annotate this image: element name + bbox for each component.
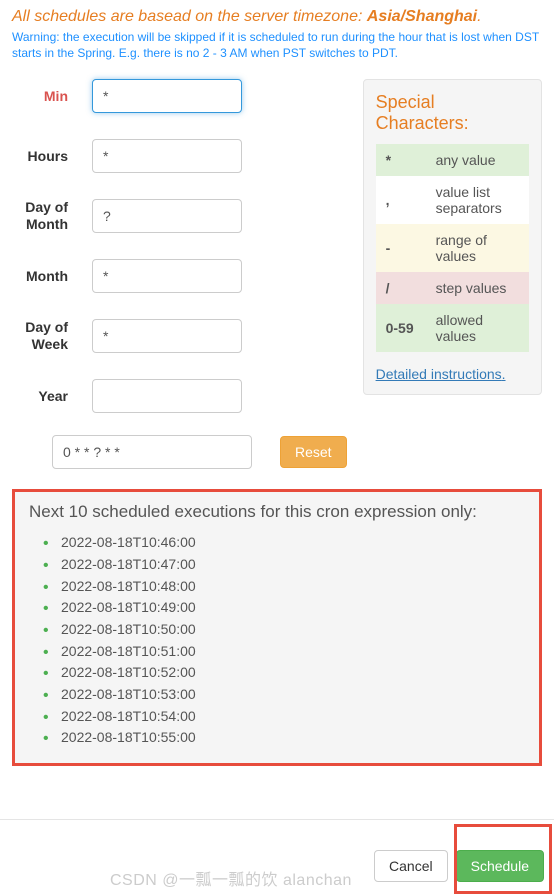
reset-button[interactable]: Reset bbox=[280, 436, 347, 468]
year-label: Year bbox=[12, 388, 92, 405]
special-characters-panel: Special Characters: *any value,value lis… bbox=[363, 79, 542, 395]
special-char-row: ,value list separators bbox=[376, 176, 529, 224]
special-char-desc: step values bbox=[426, 272, 529, 304]
dom-label: Day of Month bbox=[12, 199, 92, 233]
min-input[interactable] bbox=[92, 79, 242, 113]
execution-item: 2022-08-18T10:47:00 bbox=[61, 554, 525, 576]
detailed-instructions-link[interactable]: Detailed instructions. bbox=[376, 366, 506, 382]
month-input[interactable] bbox=[92, 259, 242, 293]
special-char-row: -range of values bbox=[376, 224, 529, 272]
watermark: CSDN @一瓢一瓢的饮 alanchan bbox=[110, 866, 352, 890]
hours-label: Hours bbox=[12, 148, 92, 165]
execution-item: 2022-08-18T10:52:00 bbox=[61, 662, 525, 684]
tz-value: Asia/Shanghai bbox=[367, 8, 477, 25]
dst-warning: Warning: the execution will be skipped i… bbox=[12, 30, 542, 61]
special-char-symbol: / bbox=[376, 272, 426, 304]
executions-panel: Next 10 scheduled executions for this cr… bbox=[12, 489, 542, 766]
year-input[interactable] bbox=[92, 379, 242, 413]
special-char-symbol: - bbox=[376, 224, 426, 272]
special-char-symbol: , bbox=[376, 176, 426, 224]
dow-input[interactable] bbox=[92, 319, 242, 353]
tz-prefix: All schedules are basead on the server t… bbox=[12, 8, 367, 25]
special-char-desc: any value bbox=[426, 144, 529, 176]
cancel-button[interactable]: Cancel bbox=[374, 850, 448, 882]
execution-item: 2022-08-18T10:49:00 bbox=[61, 597, 525, 619]
execution-item: 2022-08-18T10:50:00 bbox=[61, 619, 525, 641]
special-char-desc: allowed values bbox=[426, 304, 529, 352]
special-char-row: /step values bbox=[376, 272, 529, 304]
execution-item: 2022-08-18T10:51:00 bbox=[61, 641, 525, 663]
schedule-button[interactable]: Schedule bbox=[456, 850, 544, 882]
execution-item: 2022-08-18T10:46:00 bbox=[61, 532, 525, 554]
special-char-desc: range of values bbox=[426, 224, 529, 272]
special-char-symbol: 0-59 bbox=[376, 304, 426, 352]
special-characters-table: *any value,value list separators-range o… bbox=[376, 144, 529, 352]
cron-fields-column: Min Hours Day of Month Month Day of Week… bbox=[12, 79, 347, 469]
execution-item: 2022-08-18T10:55:00 bbox=[61, 727, 525, 749]
timezone-notice: All schedules are basead on the server t… bbox=[12, 8, 542, 26]
footer-actions: Cancel Schedule bbox=[374, 850, 544, 882]
special-title: Special Characters: bbox=[376, 92, 529, 134]
special-char-desc: value list separators bbox=[426, 176, 529, 224]
execution-item: 2022-08-18T10:54:00 bbox=[61, 706, 525, 728]
special-char-symbol: * bbox=[376, 144, 426, 176]
footer-divider bbox=[0, 819, 554, 820]
month-label: Month bbox=[12, 268, 92, 285]
dom-input[interactable] bbox=[92, 199, 242, 233]
special-char-row: 0-59allowed values bbox=[376, 304, 529, 352]
execution-item: 2022-08-18T10:48:00 bbox=[61, 576, 525, 598]
min-label: Min bbox=[12, 88, 92, 105]
hours-input[interactable] bbox=[92, 139, 242, 173]
executions-title: Next 10 scheduled executions for this cr… bbox=[29, 502, 525, 522]
special-char-row: *any value bbox=[376, 144, 529, 176]
tz-suffix: . bbox=[477, 8, 481, 25]
dow-label: Day of Week bbox=[12, 319, 92, 353]
executions-list: 2022-08-18T10:46:002022-08-18T10:47:0020… bbox=[29, 532, 525, 749]
execution-item: 2022-08-18T10:53:00 bbox=[61, 684, 525, 706]
cron-expression-input[interactable] bbox=[52, 435, 252, 469]
